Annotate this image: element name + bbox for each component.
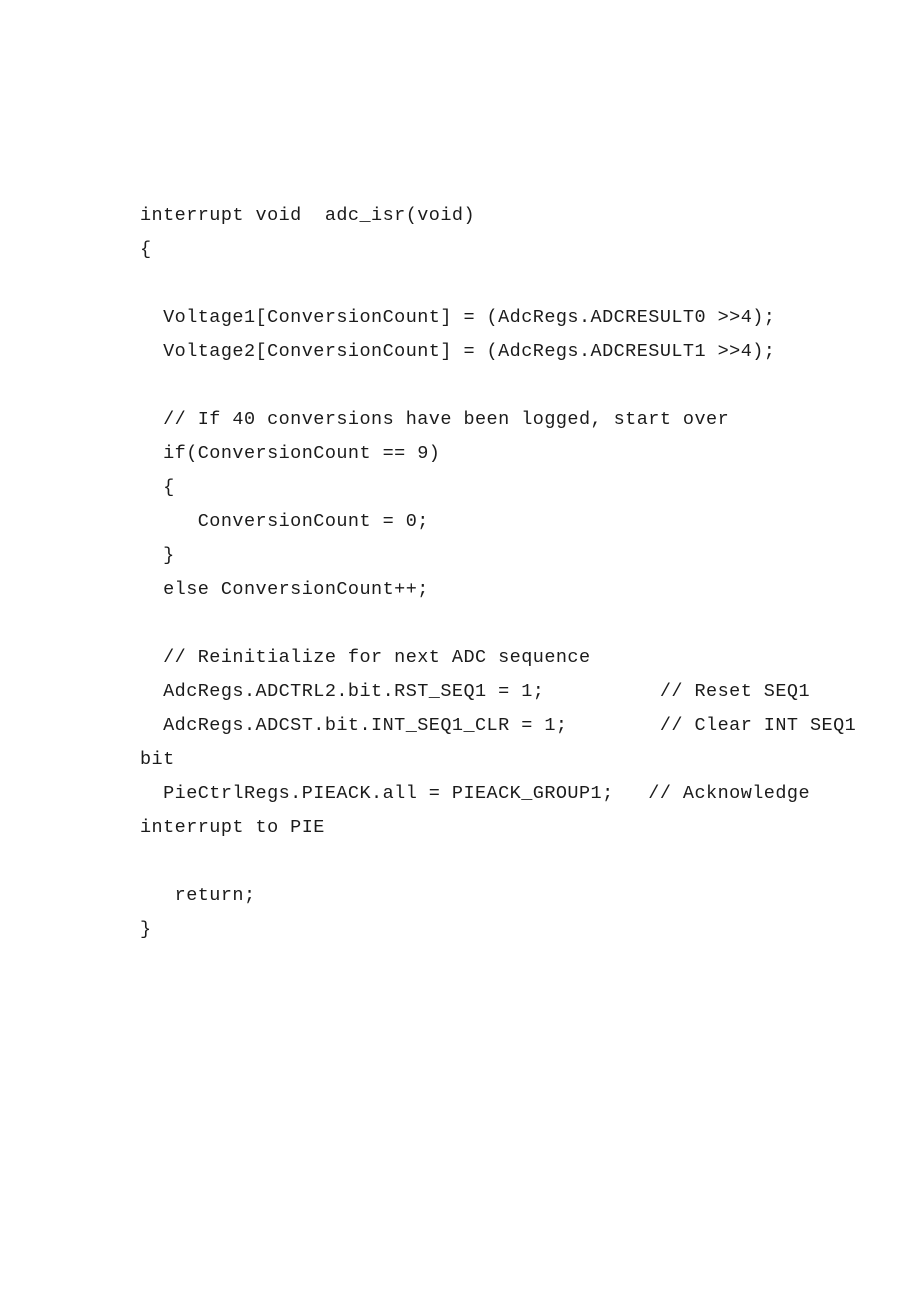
code-line: interrupt void adc_isr(void) [140,205,476,226]
code-line: if(ConversionCount == 9) [140,443,441,464]
code-block: interrupt void adc_isr(void) { Voltage1[C… [140,199,857,947]
code-line: ConversionCount = 0; [140,511,429,532]
code-line: PieCtrlRegs.PIEACK.all = PIEACK_GROUP1; … [140,783,811,804]
code-line: return; [140,885,256,906]
code-line: else ConversionCount++; [140,579,429,600]
code-line: } [140,919,152,940]
code-line: Voltage2[ConversionCount] = (AdcRegs.ADC… [140,341,776,362]
code-line: AdcRegs.ADCTRL2.bit.RST_SEQ1 = 1; // Res… [140,681,811,702]
code-line: { [140,477,175,498]
document-page: interrupt void adc_isr(void) { Voltage1[C… [0,0,920,1302]
code-line: Voltage1[ConversionCount] = (AdcRegs.ADC… [140,307,776,328]
code-line: { [140,239,152,260]
code-line: interrupt to PIE [140,817,325,838]
code-line: } [140,545,175,566]
code-line: bit [140,749,175,770]
code-line: // If 40 conversions have been logged, s… [140,409,730,430]
code-line: AdcRegs.ADCST.bit.INT_SEQ1_CLR = 1; // C… [140,715,857,736]
code-line: // Reinitialize for next ADC sequence [140,647,591,668]
